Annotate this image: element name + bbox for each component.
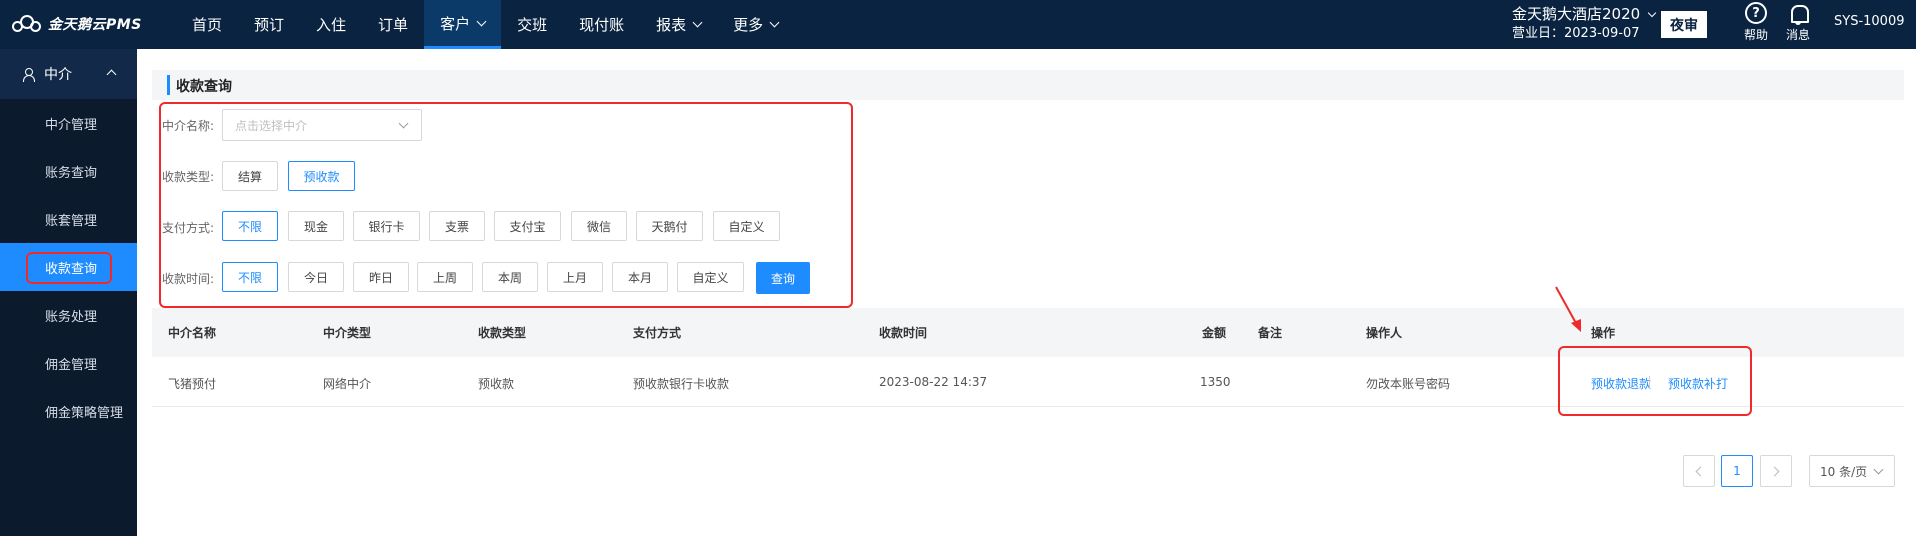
cell-pay-method: 预收款银行卡收款 <box>633 377 730 391</box>
cloud-logo-icon <box>12 14 42 34</box>
cell-agent-name: 飞猪预付 <box>168 377 217 391</box>
page-button-current[interactable]: 1 <box>1721 455 1753 487</box>
sidebar-group-label: 中介 <box>44 67 72 83</box>
help-button[interactable]: ? 帮助 <box>1741 2 1771 43</box>
column-header: 金额 <box>1202 326 1227 340</box>
messages-button[interactable]: 消息 <box>1783 2 1813 43</box>
sidebar-item-commission[interactable]: 佣金管理 <box>0 339 137 387</box>
sidebar-item-label: 账务查询 <box>45 165 98 181</box>
chevron-down-icon <box>476 16 487 26</box>
nav-label: 交班 <box>517 16 548 34</box>
column-header: 收款时间 <box>879 326 928 340</box>
chevron-down-icon <box>1873 464 1884 475</box>
sidebar-item-account-query[interactable]: 账务查询 <box>0 147 137 195</box>
highlight-box <box>26 252 112 284</box>
sidebar: 中介 中介管理 账务查询 账套管理 收款查询 账务处理 佣金管理 佣金策略管理 <box>0 49 137 536</box>
sidebar-item-label: 佣金策略管理 <box>45 405 124 421</box>
top-navbar: 金天鹅云PMS 首页 预订 入住 订单 客户 交班 现付账 报表 更多 金天鹅大… <box>0 0 1916 49</box>
column-header: 备注 <box>1258 326 1283 340</box>
bell-icon <box>1789 4 1809 25</box>
page-title: 收款查询 <box>176 79 232 95</box>
sidebar-group-agent[interactable]: 中介 <box>0 49 137 99</box>
column-header: 中介名称 <box>168 326 217 340</box>
next-page-button[interactable] <box>1760 455 1792 487</box>
nav-item-home[interactable]: 首页 <box>176 0 238 49</box>
sidebar-item-account-processing[interactable]: 账务处理 <box>0 291 137 339</box>
cell-amount: 1350 <box>1200 375 1231 389</box>
messages-label: 消息 <box>1785 28 1810 42</box>
question-icon: ? <box>1745 2 1767 24</box>
nav-label: 客户 <box>440 14 471 33</box>
prev-page-button[interactable] <box>1683 455 1715 487</box>
nav-label: 报表 <box>656 16 687 34</box>
user-menu[interactable]: SYS-10009 <box>1834 14 1905 29</box>
column-header: 操作人 <box>1366 326 1403 340</box>
column-header: 收款类型 <box>478 326 527 340</box>
sidebar-item-label: 佣金管理 <box>45 357 98 373</box>
chevron-right-icon <box>1769 466 1780 476</box>
help-label: 帮助 <box>1743 28 1768 42</box>
chevron-down-icon <box>1647 8 1657 18</box>
sidebar-item-label: 中介管理 <box>45 117 98 133</box>
logo-text: 金天鹅云PMS <box>48 17 142 33</box>
nav-item-booking[interactable]: 预订 <box>238 0 300 49</box>
user-icon <box>22 68 35 82</box>
nav-item-cash-account[interactable]: 现付账 <box>563 0 640 49</box>
column-header: 支付方式 <box>633 326 682 340</box>
chevron-down-icon <box>769 17 780 28</box>
cell-time: 2023-08-22 14:37 <box>879 375 988 389</box>
nav-label: 更多 <box>733 16 764 34</box>
business-date: 营业日：2023-09-07 <box>1512 26 1640 41</box>
nav-item-customers[interactable]: 客户 <box>424 0 502 49</box>
app-logo[interactable]: 金天鹅云PMS <box>12 12 142 36</box>
nav-label: 现付账 <box>579 16 625 34</box>
main-nav: 首页 预订 入住 订单 客户 交班 现付账 报表 更多 <box>176 0 794 49</box>
hotel-selector[interactable]: 金天鹅大酒店2020 营业日：2023-09-07 <box>1512 5 1657 43</box>
nav-label: 订单 <box>378 16 409 34</box>
highlight-box <box>159 102 853 308</box>
chevron-left-icon <box>1695 466 1706 476</box>
page-size-value: 10 条/页 <box>1820 464 1868 479</box>
sidebar-item-commission-strategy[interactable]: 佣金策略管理 <box>0 387 137 435</box>
cell-payment-type: 预收款 <box>478 377 515 391</box>
sidebar-item-agent-management[interactable]: 中介管理 <box>0 99 137 147</box>
chevron-up-icon <box>106 69 117 80</box>
column-header: 中介类型 <box>323 326 372 340</box>
section-accent-bar <box>167 75 170 95</box>
sidebar-item-label: 账套管理 <box>45 213 98 229</box>
hotel-name: 金天鹅大酒店2020 <box>1512 5 1641 23</box>
nav-item-shift[interactable]: 交班 <box>501 0 563 49</box>
sidebar-item-label: 账务处理 <box>45 309 98 325</box>
column-header: 操作 <box>1591 326 1616 340</box>
sidebar-item-account-set[interactable]: 账套管理 <box>0 195 137 243</box>
cell-operator: 勿改本账号密码 <box>1366 377 1451 391</box>
chevron-down-icon <box>692 17 703 28</box>
nav-item-more[interactable]: 更多 <box>717 0 794 49</box>
nav-item-orders[interactable]: 订单 <box>362 0 424 49</box>
nav-label: 首页 <box>192 16 223 34</box>
section-header: 收款查询 <box>152 70 1904 100</box>
night-audit-button[interactable]: 夜审 <box>1661 11 1707 38</box>
nav-label: 入住 <box>316 16 347 34</box>
nav-item-checkin[interactable]: 入住 <box>300 0 362 49</box>
page-size-select[interactable]: 10 条/页 <box>1809 455 1895 487</box>
nav-item-reports[interactable]: 报表 <box>640 0 717 49</box>
arrow-annotation-icon <box>1555 286 1581 332</box>
nav-label: 预订 <box>254 16 285 34</box>
cell-agent-type: 网络中介 <box>323 377 372 391</box>
highlight-box <box>1558 346 1752 416</box>
